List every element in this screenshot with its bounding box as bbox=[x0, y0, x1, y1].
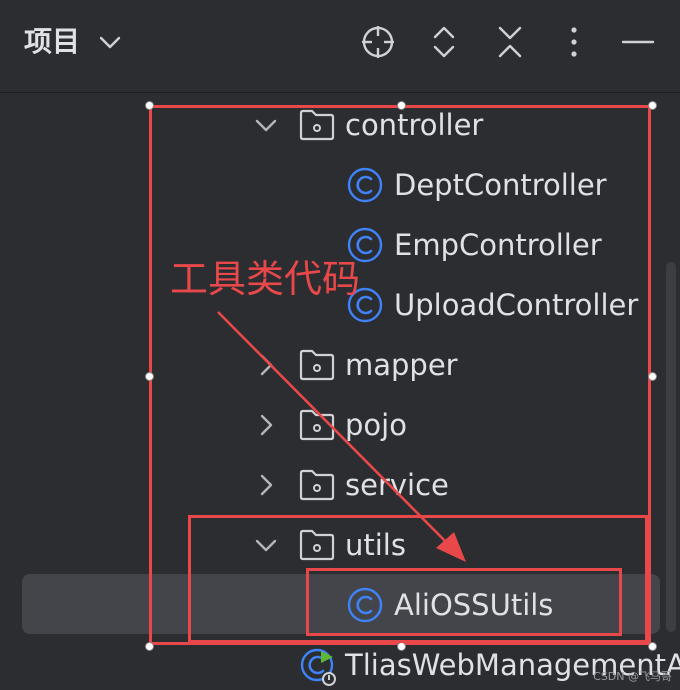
watermark: CSDN @飞马哥 bbox=[593, 670, 672, 683]
annotation-arrow bbox=[217, 311, 466, 562]
project-tool-window: 项目 controller DeptController EmpControll… bbox=[0, 0, 680, 690]
